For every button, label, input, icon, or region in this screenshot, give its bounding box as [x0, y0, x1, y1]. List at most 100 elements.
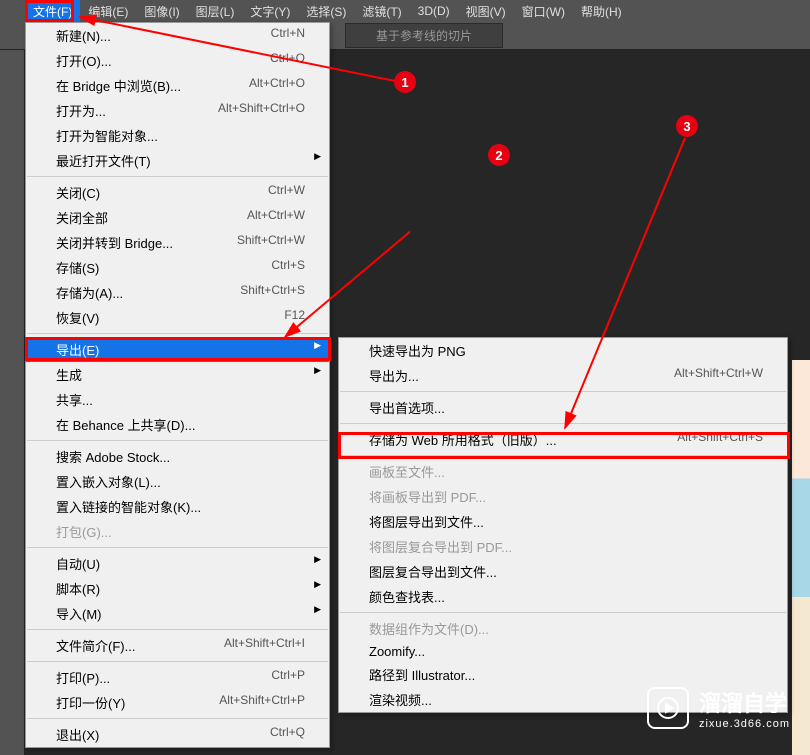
- menu-item-label: 存储为(A)...: [56, 283, 123, 302]
- menu-item-shortcut: Alt+Shift+Ctrl+I: [224, 636, 305, 655]
- menu-item[interactable]: 存储(S) Ctrl+S: [26, 255, 329, 280]
- menu-item[interactable]: 导出(E)▶: [26, 337, 329, 362]
- menu-item[interactable]: 退出(X)Ctrl+Q: [26, 722, 329, 747]
- menu-item-label: 搜索 Adobe Stock...: [56, 447, 170, 466]
- menu-item-label: 打开为智能对象...: [56, 126, 158, 145]
- menu-item-label: 在 Behance 上共享(D)...: [56, 415, 195, 434]
- menu-item[interactable]: 打印(P)...Ctrl+P: [26, 665, 329, 690]
- menu-image[interactable]: 图像(I): [136, 0, 187, 22]
- menu-item-label: 颜色查找表...: [369, 587, 445, 606]
- slice-guide-button[interactable]: 基于参考线的切片: [345, 23, 503, 48]
- menu-item[interactable]: 打开为...Alt+Shift+Ctrl+O: [26, 98, 329, 123]
- menu-item[interactable]: 生成 ▶: [26, 362, 329, 387]
- menu-item[interactable]: Zoomify...: [339, 641, 787, 662]
- menu-item-label: 打开(O)...: [56, 51, 112, 70]
- menu-item-label: Zoomify...: [369, 644, 425, 659]
- menu-separator: [340, 455, 786, 456]
- menu-item[interactable]: 快速导出为 PNG: [339, 338, 787, 363]
- menu-item[interactable]: 置入嵌入对象(L)...: [26, 469, 329, 494]
- menu-separator: [27, 661, 328, 662]
- menu-item[interactable]: 存储为 Web 所用格式（旧版）... Alt+Shift+Ctrl+S: [339, 427, 787, 452]
- menu-item: 将图层复合导出到 PDF...: [339, 534, 787, 559]
- menu-item-label: 打印一份(Y): [56, 693, 125, 712]
- menu-view[interactable]: 视图(V): [458, 0, 514, 22]
- menu-item-label: 画板至文件...: [369, 462, 445, 481]
- menu-item[interactable]: 最近打开文件(T)▶: [26, 148, 329, 173]
- marker-1: 1: [394, 71, 416, 93]
- menu-item-label: 打包(G)...: [56, 522, 112, 541]
- menu-item[interactable]: 打开(O)...Ctrl+O: [26, 48, 329, 73]
- menu-item-label: 恢复(V): [56, 308, 99, 327]
- menubar: 文件(F) 编辑(E) 图像(I) 图层(L) 文字(Y) 选择(S) 滤镜(T…: [0, 0, 810, 22]
- menu-item[interactable]: 导出为...Alt+Shift+Ctrl+W: [339, 363, 787, 388]
- menu-file[interactable]: 文件(F): [25, 0, 80, 22]
- menu-item[interactable]: 新建(N)... Ctrl+N: [26, 23, 329, 48]
- menu-item[interactable]: 关闭(C)Ctrl+W: [26, 180, 329, 205]
- menu-item-label: 新建(N)...: [56, 26, 111, 45]
- menu-item-label: 最近打开文件(T): [56, 151, 151, 170]
- chevron-right-icon: ▶: [314, 554, 321, 565]
- menu-item-label: 置入嵌入对象(L)...: [56, 472, 161, 491]
- menu-item[interactable]: 将图层导出到文件...: [339, 509, 787, 534]
- menu-item[interactable]: 自动(U) ▶: [26, 551, 329, 576]
- menu-separator: [27, 333, 328, 334]
- menu-item-label: 退出(X): [56, 725, 99, 744]
- menu-item[interactable]: 导出首选项...: [339, 395, 787, 420]
- menu-item[interactable]: 置入链接的智能对象(K)...: [26, 494, 329, 519]
- menu-item[interactable]: 文件简介(F)... Alt+Shift+Ctrl+I: [26, 633, 329, 658]
- menu-type[interactable]: 文字(Y): [242, 0, 298, 22]
- menu-item[interactable]: 路径到 Illustrator...: [339, 662, 787, 687]
- menu-window[interactable]: 窗口(W): [514, 0, 573, 22]
- menu-item: 画板至文件...: [339, 459, 787, 484]
- menu-item-label: 文件简介(F)...: [56, 636, 135, 655]
- menu-item-label: 存储(S): [56, 258, 99, 277]
- menu-item[interactable]: 恢复(V)F12: [26, 305, 329, 330]
- menu-item[interactable]: 打印一份(Y)Alt+Shift+Ctrl+P: [26, 690, 329, 715]
- menu-item-label: 脚本(R): [56, 579, 100, 598]
- menu-3d[interactable]: 3D(D): [410, 0, 458, 22]
- menu-edit[interactable]: 编辑(E): [80, 0, 136, 22]
- menu-separator: [27, 547, 328, 548]
- menu-item-shortcut: Alt+Shift+Ctrl+S: [677, 430, 763, 449]
- menu-item-shortcut: Alt+Shift+Ctrl+W: [674, 366, 763, 385]
- menu-item[interactable]: 在 Behance 上共享(D)...: [26, 412, 329, 437]
- menu-item[interactable]: 在 Bridge 中浏览(B)...Alt+Ctrl+O: [26, 73, 329, 98]
- menu-item[interactable]: 关闭并转到 Bridge...Shift+Ctrl+W: [26, 230, 329, 255]
- menu-item[interactable]: 搜索 Adobe Stock...: [26, 444, 329, 469]
- watermark-url: zixue.3d66.com: [699, 718, 790, 730]
- menu-item[interactable]: 共享...: [26, 387, 329, 412]
- play-icon: [647, 687, 689, 729]
- menu-item: 将画板导出到 PDF...: [339, 484, 787, 509]
- menu-item-label: 共享...: [56, 390, 93, 409]
- menu-item-label: 在 Bridge 中浏览(B)...: [56, 76, 181, 95]
- menu-item[interactable]: 关闭全部Alt+Ctrl+W: [26, 205, 329, 230]
- menu-item[interactable]: 存储为(A)...Shift+Ctrl+S: [26, 280, 329, 305]
- menu-separator: [340, 423, 786, 424]
- menu-item-shortcut: Ctrl+W: [268, 183, 305, 202]
- menu-item[interactable]: 导入(M)▶: [26, 601, 329, 626]
- menu-item-label: 关闭并转到 Bridge...: [56, 233, 173, 252]
- watermark-title: 溜溜自学: [699, 686, 790, 718]
- menu-item-label: 将画板导出到 PDF...: [369, 487, 486, 506]
- menu-layer[interactable]: 图层(L): [188, 0, 243, 22]
- menu-item-label: 自动(U): [56, 554, 100, 573]
- left-toolbar: [0, 50, 25, 755]
- chevron-right-icon: ▶: [314, 604, 321, 615]
- menu-item[interactable]: 脚本(R)▶: [26, 576, 329, 601]
- menu-filter[interactable]: 滤镜(T): [354, 0, 409, 22]
- menu-help[interactable]: 帮助(H): [573, 0, 630, 22]
- menu-item-label: 生成: [56, 365, 82, 384]
- chevron-right-icon: ▶: [314, 365, 321, 376]
- menu-item[interactable]: 图层复合导出到文件...: [339, 559, 787, 584]
- menu-item-shortcut: Ctrl+N: [271, 26, 305, 45]
- menu-item-shortcut: Ctrl+S: [271, 258, 305, 277]
- menu-item[interactable]: 打开为智能对象...: [26, 123, 329, 148]
- menu-item-label: 导出(E): [56, 340, 99, 359]
- menu-item-shortcut: Ctrl+P: [271, 668, 305, 687]
- menu-item[interactable]: 颜色查找表...: [339, 584, 787, 609]
- menu-item-shortcut: Alt+Ctrl+W: [247, 208, 305, 227]
- menu-item-label: 数据组作为文件(D)...: [369, 619, 489, 638]
- menu-item-label: 图层复合导出到文件...: [369, 562, 497, 581]
- menu-select[interactable]: 选择(S): [298, 0, 354, 22]
- menu-item-label: 存储为 Web 所用格式（旧版）...: [369, 430, 557, 449]
